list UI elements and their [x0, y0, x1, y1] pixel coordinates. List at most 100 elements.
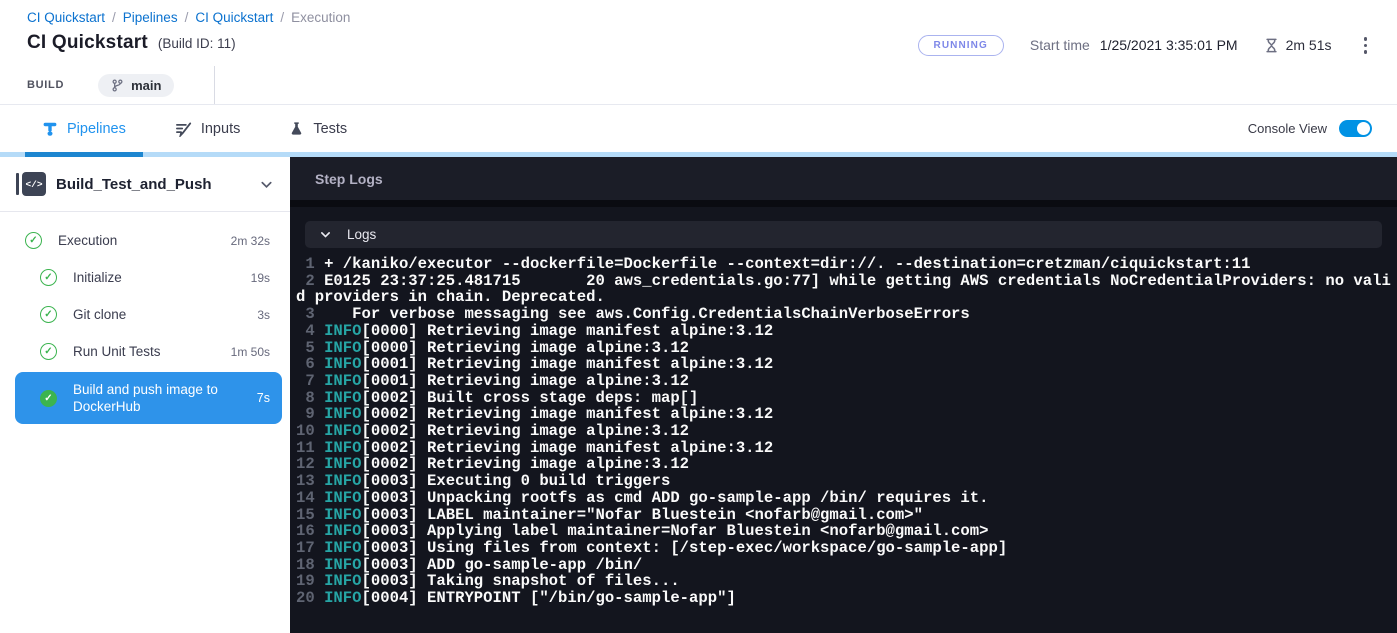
chevron-down-icon — [319, 228, 332, 241]
breadcrumb-project[interactable]: CI Quickstart — [27, 10, 105, 25]
step-run-unit-tests[interactable]: ✓Run Unit Tests1m 50s — [0, 333, 290, 370]
log-line-number: 20 — [296, 589, 324, 607]
progress-strip — [0, 152, 1397, 157]
log-line: 4 INFO[0000] Retrieving image manifest a… — [296, 323, 1393, 340]
log-line-number: 4 — [296, 322, 324, 340]
step-duration: 3s — [249, 308, 270, 322]
log-line: 9 INFO[0002] Retrieving image manifest a… — [296, 406, 1393, 423]
step-logs-panel: Step Logs Logs 1 + /kaniko/executor --do… — [290, 157, 1397, 633]
elapsed-time: 2m 51s — [1286, 37, 1332, 53]
logs-section-toggle[interactable]: Logs — [305, 221, 1382, 248]
breadcrumb-separator: / — [280, 10, 284, 25]
execution-sidebar: </> Build_Test_and_Push ✓ Execution 2m 32s… — [0, 157, 290, 633]
stage-header[interactable]: </> Build_Test_and_Push — [0, 157, 290, 212]
log-line-number: 6 — [296, 355, 324, 373]
log-line-number: 18 — [296, 556, 324, 574]
breadcrumb-pipelines[interactable]: Pipelines — [123, 10, 178, 25]
step-label: Initialize — [73, 269, 122, 286]
breadcrumb-separator: / — [112, 10, 116, 25]
branch-name: main — [131, 78, 161, 93]
log-line: 6 INFO[0001] Retrieving image manifest a… — [296, 356, 1393, 373]
start-time-label: Start time — [1030, 37, 1090, 53]
step-duration: 1m 50s — [223, 345, 270, 359]
tab-bar: Pipelines Inputs Tests Console View — [0, 105, 1397, 152]
step-duration: 2m 32s — [223, 234, 270, 248]
stage-name: Build_Test_and_Push — [56, 176, 212, 193]
breadcrumb-pipeline-name[interactable]: CI Quickstart — [195, 10, 273, 25]
tab-tests[interactable]: Tests — [289, 121, 347, 137]
tab-pipelines[interactable]: Pipelines — [42, 121, 126, 137]
log-line: 18 INFO[0003] ADD go-sample-app /bin/ — [296, 557, 1393, 574]
log-line: 7 INFO[0001] Retrieving image alpine:3.1… — [296, 373, 1393, 390]
stage-code-icon: </> — [16, 172, 46, 196]
tests-icon — [289, 121, 304, 136]
step-label: Execution — [58, 232, 117, 249]
step-duration: 19s — [243, 271, 270, 285]
log-line: 1 + /kaniko/executor --dockerfile=Docker… — [296, 256, 1393, 273]
step-build-and-push-image-to-dockerhub[interactable]: ✓Build and push image to DockerHub7s — [15, 372, 282, 424]
console-view-toggle[interactable] — [1339, 120, 1372, 137]
log-line: 5 INFO[0000] Retrieving image alpine:3.1… — [296, 340, 1393, 357]
log-line-number: 12 — [296, 455, 324, 473]
console-view-label: Console View — [1248, 121, 1327, 136]
log-line-number: 11 — [296, 439, 324, 457]
step-initialize[interactable]: ✓Initialize19s — [0, 259, 290, 296]
log-line-number: 19 — [296, 572, 324, 590]
start-time-value: 1/25/2021 3:35:01 PM — [1100, 37, 1238, 53]
breadcrumb-separator: / — [185, 10, 189, 25]
log-line: 13 INFO[0003] Executing 0 build triggers — [296, 473, 1393, 490]
log-line-number: 17 — [296, 539, 324, 557]
more-options-button[interactable] — [1358, 33, 1374, 58]
log-line: 2 E0125 23:37:25.481715 20 aws_credentia… — [296, 273, 1393, 306]
header-divider — [214, 66, 215, 104]
step-logs-header: Step Logs — [290, 157, 1397, 200]
panel-divider — [290, 200, 1397, 207]
branch-chip: main — [98, 74, 174, 97]
logs-section-label: Logs — [347, 227, 376, 242]
log-line-number: 13 — [296, 472, 324, 490]
log-line: 8 INFO[0002] Built cross stage deps: map… — [296, 390, 1393, 407]
tab-label: Tests — [313, 121, 347, 137]
toggle-knob — [1357, 122, 1370, 135]
tab-inputs[interactable]: Inputs — [175, 120, 241, 137]
log-line: 14 INFO[0003] Unpacking rootfs as cmd AD… — [296, 490, 1393, 507]
log-line-number: 5 — [296, 339, 324, 357]
log-line-number: 10 — [296, 422, 324, 440]
app-window: CI Quickstart / Pipelines / CI Quickstar… — [0, 0, 1397, 633]
success-check-icon: ✓ — [40, 306, 57, 323]
step-list: ✓Execution2m 32s✓Initialize19s✓Git clone… — [0, 212, 290, 426]
log-line: 10 INFO[0002] Retrieving image alpine:3.… — [296, 423, 1393, 440]
page-title: CI Quickstart — [27, 32, 148, 54]
log-line: 16 INFO[0003] Applying label maintainer=… — [296, 523, 1393, 540]
hourglass-icon — [1264, 38, 1279, 53]
step-duration: 7s — [249, 391, 270, 405]
log-line-number: 2 — [296, 272, 324, 290]
log-line: 11 INFO[0002] Retrieving image manifest … — [296, 440, 1393, 457]
log-line-number: 7 — [296, 372, 324, 390]
pipelines-icon — [42, 121, 58, 137]
log-line-number: 1 — [296, 255, 324, 273]
log-lines: 1 + /kaniko/executor --dockerfile=Docker… — [290, 248, 1397, 607]
chevron-down-icon[interactable] — [259, 177, 274, 192]
log-line: 15 INFO[0003] LABEL maintainer="Nofar Bl… — [296, 507, 1393, 524]
page-header: CI Quickstart / Pipelines / CI Quickstar… — [0, 0, 1397, 105]
git-branch-icon — [111, 79, 124, 92]
log-line-number: 15 — [296, 506, 324, 524]
log-line: 19 INFO[0003] Taking snapshot of files..… — [296, 573, 1393, 590]
log-line-number: 14 — [296, 489, 324, 507]
log-line-number: 8 — [296, 389, 324, 407]
log-body: Logs 1 + /kaniko/executor --dockerfile=D… — [290, 207, 1397, 633]
step-execution[interactable]: ✓Execution2m 32s — [0, 222, 290, 259]
log-line-number: 16 — [296, 522, 324, 540]
inputs-icon — [175, 120, 192, 137]
breadcrumb: CI Quickstart / Pipelines / CI Quickstar… — [27, 10, 1397, 25]
breadcrumb-current: Execution — [291, 10, 350, 25]
tab-label: Pipelines — [67, 121, 126, 137]
log-line: 17 INFO[0003] Using files from context: … — [296, 540, 1393, 557]
log-line-number: 9 — [296, 405, 324, 423]
status-badge: RUNNING — [918, 35, 1004, 56]
log-line: 3 For verbose messaging see aws.Config.C… — [296, 306, 1393, 323]
step-git-clone[interactable]: ✓Git clone3s — [0, 296, 290, 333]
build-id: (Build ID: 11) — [158, 36, 236, 51]
step-label: Build and push image to DockerHub — [73, 381, 231, 415]
